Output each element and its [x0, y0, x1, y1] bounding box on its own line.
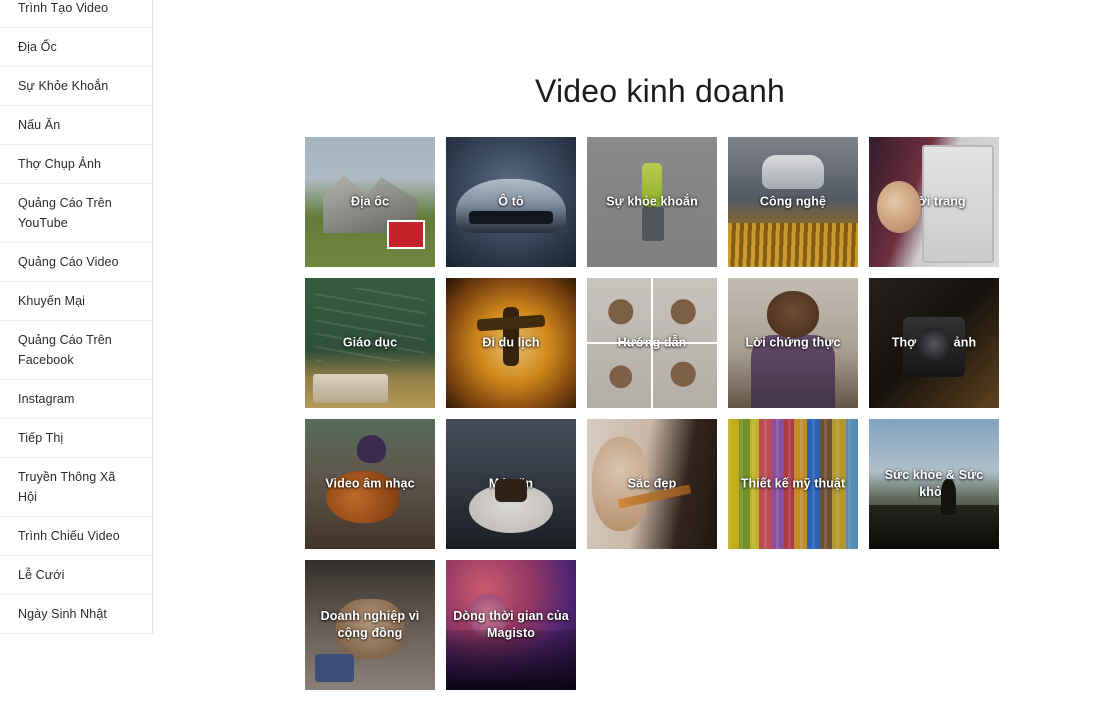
tile-caption: Giáo dục [342, 335, 398, 350]
video-category-grid: Địa ốc Ô tô Sự khỏe khoắn Công nghệ Thời tra… [305, 137, 999, 701]
tile-caption: Sự khỏe khoắn [606, 194, 698, 209]
grid-row-1: Giáo dục Đi du lịch Hướng dẫn Lời chứng thự… [305, 278, 999, 408]
tile-caption: Lời chứng thực [745, 335, 841, 350]
sidebar-item-11[interactable]: Truyền Thông Xã Hội [0, 458, 152, 517]
tile-tutorial[interactable]: Hướng dẫn [587, 278, 717, 408]
tile-education[interactable]: Giáo dục [305, 278, 435, 408]
sidebar-item-3[interactable]: Nấu Ăn [0, 106, 152, 145]
sidebar-item-5[interactable]: Quảng Cáo Trên YouTube [0, 184, 152, 243]
grid-row-0: Địa ốc Ô tô Sự khỏe khoắn Công nghệ Thời tra… [305, 137, 999, 267]
tile-caption: Sắc đẹp [627, 476, 677, 491]
tile-testimonial[interactable]: Lời chứng thực [728, 278, 858, 408]
tile-technology[interactable]: Công nghệ [728, 137, 858, 267]
sidebar-item-label: Nấu Ăn [18, 118, 61, 132]
tile-thumbnail-image [587, 278, 717, 408]
sidebar-item-2[interactable]: Sự Khỏe Khoắn [0, 67, 152, 106]
main-content: Video kinh doanh Địa ốc Ô tô Sự khỏe khoắn… [154, 0, 1100, 711]
tile-social-business[interactable]: Doanh nghiệp vì cộng đồng [305, 560, 435, 690]
sidebar-item-1[interactable]: Địa Ốc [0, 28, 152, 67]
sidebar-item-label: Instagram [18, 392, 75, 406]
tile-art-design[interactable]: Thiết kế mỹ thuật [728, 419, 858, 549]
tile-caption: Thiết kế mỹ thuật [740, 476, 846, 491]
tile-beauty[interactable]: Sắc đẹp [587, 419, 717, 549]
tile-caption: Ô tô [498, 194, 524, 209]
sidebar-item-13[interactable]: Lễ Cưới [0, 556, 152, 595]
tile-caption: Đi du lịch [482, 335, 540, 350]
sidebar-item-0[interactable]: Trình Tạo Video [0, 0, 152, 28]
sidebar-item-label: Quảng Cáo Trên YouTube [18, 196, 112, 230]
tile-health-wellness[interactable]: Sức khỏe & Sức khỏe [869, 419, 999, 549]
sidebar-item-label: Ngày Sinh Nhật [18, 607, 107, 621]
tile-caption: Dòng thời gian của Magisto [453, 609, 569, 640]
sidebar-item-label: Quảng Cáo Trên Facebook [18, 333, 112, 367]
category-sidebar: Trình Tạo Video Địa Ốc Sự Khỏe Khoắn Nấu Ăn… [0, 0, 153, 634]
sidebar-item-label: Truyền Thông Xã Hội [18, 470, 116, 504]
tile-caption: Doanh nghiệp vì cộng đồng [320, 609, 420, 640]
sidebar-item-label: Khuyến Mại [18, 294, 86, 308]
sidebar-item-6[interactable]: Quảng Cáo Video [0, 243, 152, 282]
tile-caption: Video âm nhạc [325, 476, 415, 491]
sidebar-item-label: Lễ Cưới [18, 568, 65, 582]
sidebar-item-label: Tiếp Thị [18, 431, 64, 445]
sidebar-item-14[interactable]: Ngày Sinh Nhật [0, 595, 152, 634]
tile-travel[interactable]: Đi du lịch [446, 278, 576, 408]
sidebar-item-9[interactable]: Instagram [0, 380, 152, 419]
sidebar-item-label: Trình Tạo Video [18, 1, 109, 15]
sidebar-item-label: Trình Chiếu Video [18, 529, 120, 543]
tile-automotive[interactable]: Ô tô [446, 137, 576, 267]
sidebar-item-label: Thợ Chụp Ảnh [18, 157, 102, 171]
tile-real-estate[interactable]: Địa ốc [305, 137, 435, 267]
page-root: Trình Tạo Video Địa Ốc Sự Khỏe Khoắn Nấu Ăn… [0, 0, 1100, 711]
tile-caption: Sức khỏe & Sức khỏe [884, 468, 984, 499]
grid-row-2: Video âm nhạc Món ăn Sắc đẹp Thiết kế mỹ th… [305, 419, 999, 549]
tile-fitness[interactable]: Sự khỏe khoắn [587, 137, 717, 267]
tile-music-video[interactable]: Video âm nhạc [305, 419, 435, 549]
sidebar-item-label: Địa Ốc [18, 40, 57, 54]
sidebar-item-7[interactable]: Khuyến Mại [0, 282, 152, 321]
tile-photographer[interactable]: Thợ chụp ảnh [869, 278, 999, 408]
page-title: Video kinh doanh [535, 73, 785, 110]
tile-fashion[interactable]: Thời trang [869, 137, 999, 267]
tile-magisto-timeline[interactable]: Dòng thời gian của Magisto [446, 560, 576, 690]
sidebar-item-label: Quảng Cáo Video [18, 255, 119, 269]
sidebar-item-12[interactable]: Trình Chiếu Video [0, 517, 152, 556]
sidebar-item-8[interactable]: Quảng Cáo Trên Facebook [0, 321, 152, 380]
sidebar-item-4[interactable]: Thợ Chụp Ảnh [0, 145, 152, 184]
tile-food[interactable]: Món ăn [446, 419, 576, 549]
tile-caption: Công nghệ [759, 194, 827, 209]
sidebar-item-10[interactable]: Tiếp Thị [0, 419, 152, 458]
grid-row-3: Doanh nghiệp vì cộng đồng Dòng thời gian … [305, 560, 999, 690]
tile-caption: Địa ốc [350, 194, 390, 209]
sidebar-item-label: Sự Khỏe Khoắn [18, 79, 109, 93]
